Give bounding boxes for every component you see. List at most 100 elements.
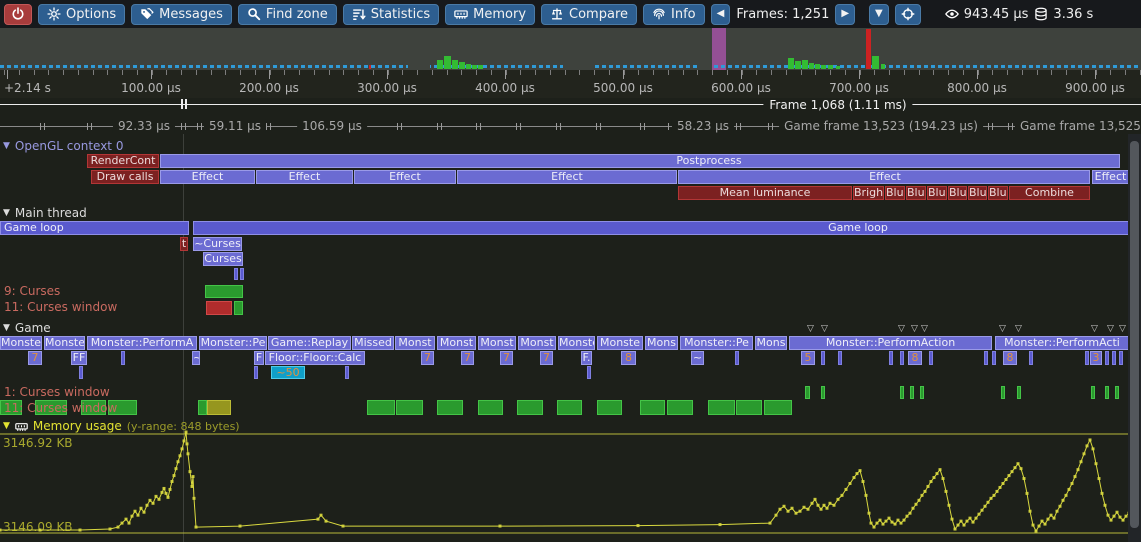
zone[interactable] [992, 351, 996, 365]
frame-bar[interactable] [872, 56, 879, 69]
zone[interactable]: Effect [256, 170, 353, 184]
zone[interactable] [79, 366, 83, 379]
plot-bar[interactable] [437, 400, 463, 415]
frame-bar[interactable] [444, 56, 451, 69]
zone[interactable] [735, 351, 739, 365]
zone[interactable] [889, 351, 893, 365]
zone[interactable]: Postprocess [160, 154, 1120, 168]
plot-bar[interactable] [667, 400, 693, 415]
zone[interactable]: Effect [678, 170, 1090, 184]
zone[interactable]: Bright [853, 186, 884, 200]
collapse-frames-button[interactable]: ▼ [869, 4, 889, 25]
power-button[interactable] [4, 4, 32, 25]
zone[interactable]: Blur [948, 186, 967, 200]
zone[interactable]: Blur [968, 186, 987, 200]
zone[interactable]: Blur [927, 186, 947, 200]
messages-button[interactable]: Messages [131, 4, 232, 25]
plot-bar[interactable] [821, 386, 825, 399]
zone[interactable]: 7 [540, 351, 553, 365]
plot-bar[interactable] [207, 400, 231, 415]
plot-bar[interactable] [396, 400, 423, 415]
zone[interactable]: Monster::PerformAction [789, 336, 992, 350]
zone[interactable]: RenderCont [87, 154, 159, 168]
frame-marker-icon[interactable]: ▽ [921, 325, 928, 334]
frame-bar[interactable] [788, 58, 794, 69]
zone[interactable] [821, 351, 825, 365]
zone[interactable]: 5 [801, 351, 815, 365]
zone[interactable]: 8 [908, 351, 922, 365]
zone[interactable] [984, 351, 988, 365]
zone[interactable]: Effect [160, 170, 255, 184]
zone[interactable]: Floor::Floor::Calc [265, 351, 365, 365]
zone[interactable]: 8 [621, 351, 636, 365]
zone[interactable]: Effect [354, 170, 456, 184]
plot-bar[interactable] [1115, 386, 1119, 399]
zone[interactable]: Game loop [193, 221, 1141, 235]
zone[interactable]: Monster::PerformA [87, 336, 197, 350]
zone[interactable]: 8 [1003, 351, 1017, 365]
zone[interactable]: Draw calls [91, 170, 159, 184]
zone[interactable]: 3 [1090, 351, 1102, 365]
zone[interactable]: ~ [691, 351, 704, 365]
plot-bar[interactable] [478, 400, 503, 415]
plot-bar[interactable] [920, 386, 924, 399]
section-header-game[interactable]: ▼Game [3, 321, 51, 335]
zone[interactable]: Curses [203, 252, 243, 266]
frame-bar[interactable] [452, 60, 458, 69]
zone[interactable]: Game::Replay [268, 336, 351, 350]
zone[interactable]: Monste [44, 336, 85, 350]
zone[interactable]: Combine [1009, 186, 1090, 200]
plot-bar[interactable] [640, 400, 665, 415]
zone[interactable]: Monste [597, 336, 643, 350]
zone[interactable] [1105, 351, 1109, 365]
frame-bar[interactable] [802, 60, 808, 69]
plot-bar[interactable] [1001, 386, 1005, 399]
zone[interactable]: Monst [518, 336, 556, 350]
zone[interactable]: ~50 [271, 366, 305, 379]
frame-marker-icon[interactable]: ▽ [821, 325, 828, 334]
zone[interactable]: Monster::PerformActi [995, 336, 1129, 350]
frame-bar[interactable] [881, 64, 885, 69]
plot-bar[interactable] [910, 386, 914, 399]
compare-button[interactable]: Compare [541, 4, 637, 25]
frame-bar[interactable] [472, 65, 477, 69]
selected-frame-band[interactable] [712, 28, 726, 70]
zone[interactable]: 7 [28, 351, 42, 365]
plot-bar[interactable] [234, 301, 243, 315]
memory-button[interactable]: Memory [445, 4, 535, 25]
plot-bar[interactable] [206, 301, 232, 315]
zone[interactable] [254, 366, 258, 379]
plot-bar[interactable] [198, 400, 207, 415]
zone[interactable]: 7 [500, 351, 513, 365]
zone[interactable] [240, 268, 244, 280]
frame-bar[interactable] [828, 65, 833, 69]
zone[interactable] [345, 366, 349, 379]
zone[interactable]: Missed [352, 336, 394, 350]
zone[interactable]: FF [71, 351, 87, 365]
zone[interactable]: 7 [421, 351, 434, 365]
section-header-opengl-context[interactable]: ▼OpenGL context 0 [3, 139, 123, 153]
frame-bar[interactable] [478, 65, 483, 69]
frame-bar[interactable] [821, 65, 826, 69]
plot-bar[interactable] [205, 285, 243, 298]
zone[interactable]: Monst [395, 336, 435, 350]
zone[interactable] [929, 351, 933, 365]
zone[interactable]: Mean luminance [678, 186, 852, 200]
zone[interactable] [900, 351, 904, 365]
plot-bar[interactable] [597, 400, 622, 415]
prev-frame-button[interactable]: ◀ [711, 4, 731, 25]
frame-bar[interactable] [795, 61, 801, 69]
zone[interactable]: ~Curses [193, 237, 242, 251]
plot-bar[interactable] [708, 400, 735, 415]
frame-bar[interactable] [866, 29, 871, 69]
zone[interactable] [1029, 351, 1033, 365]
zone[interactable]: Monster::Pe [680, 336, 753, 350]
plot-bar[interactable] [900, 386, 904, 399]
plot-bar[interactable] [736, 400, 762, 415]
zone[interactable]: Effect [1092, 170, 1129, 184]
zone[interactable] [838, 351, 842, 365]
goto-frame-button[interactable] [895, 4, 921, 25]
zone[interactable]: Monste [0, 336, 42, 350]
frame-marker-icon[interactable]: ▽ [1107, 325, 1114, 334]
info-button[interactable]: Info [643, 4, 705, 25]
